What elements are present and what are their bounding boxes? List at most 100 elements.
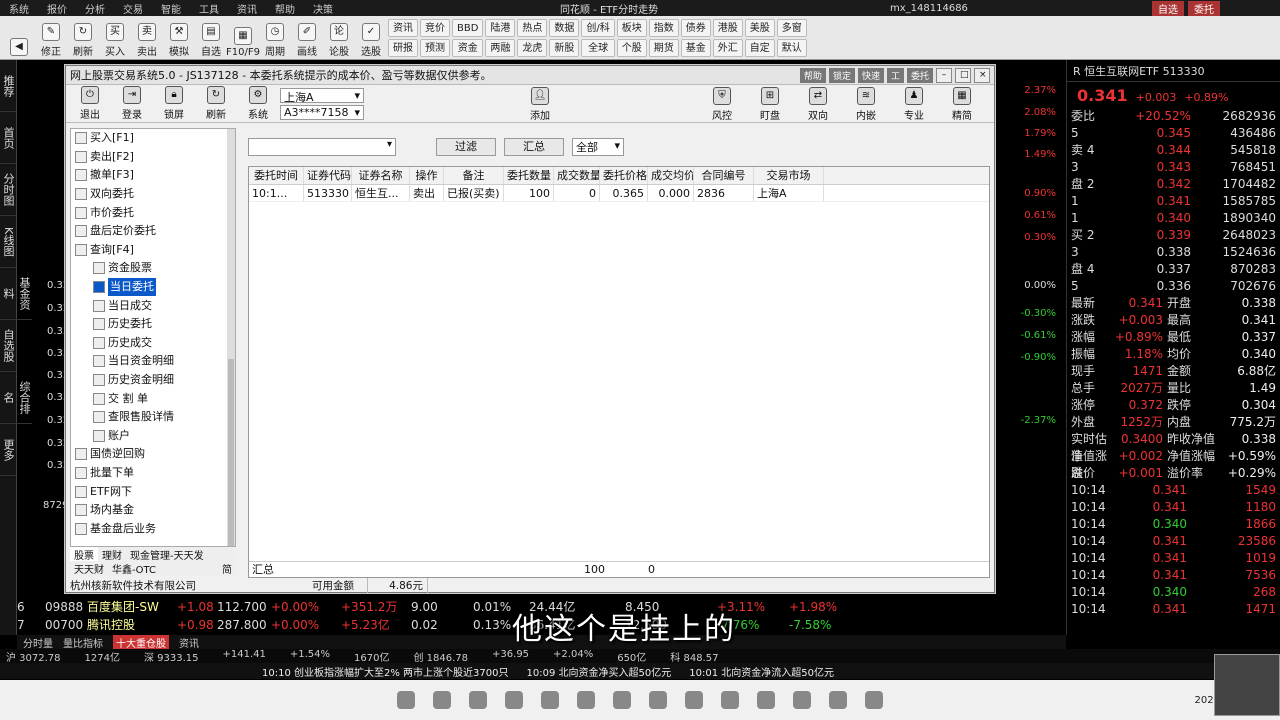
tb-margin[interactable]: 两融 (485, 38, 516, 57)
column-header[interactable]: 委托时间 (249, 167, 304, 184)
scroll-thumb[interactable] (228, 359, 234, 559)
app-icon[interactable] (793, 691, 811, 709)
tree-item[interactable]: 批量下单 (71, 464, 235, 483)
tb-dragon[interactable]: 龙虎 (517, 38, 548, 57)
tab-top-holdings[interactable]: 十大重仓股 (113, 635, 169, 650)
app-icon[interactable] (613, 691, 631, 709)
column-header[interactable]: 委托数量 (504, 167, 554, 184)
tb-multiwindow[interactable]: 多窗 (776, 18, 807, 37)
menu-analysis[interactable]: 分析 (76, 1, 114, 16)
simple-button[interactable]: ▦ 精简 (944, 87, 980, 122)
tab-news[interactable]: 资讯 (179, 635, 199, 650)
column-header[interactable]: 操作 (410, 167, 444, 184)
tb-news[interactable]: 资讯 (388, 18, 418, 37)
tab-ttc[interactable]: 天天财 (70, 561, 108, 576)
column-header[interactable]: 成交均价 (648, 167, 694, 184)
watchlist-badge[interactable]: 自选 (1152, 0, 1184, 16)
tree-item[interactable]: 双向委托 (71, 185, 235, 204)
tb-index[interactable]: 指数 (648, 18, 679, 37)
draw-line-button[interactable]: ✐ 画线 (292, 18, 322, 58)
app-icon[interactable] (469, 691, 487, 709)
table-row[interactable]: 10:1... 513330 恒生互... 卖出 已报(买卖) 100 0 0.365 0.00… (249, 185, 989, 202)
system-button[interactable]: ⚙ 系统 (240, 86, 276, 121)
news-item[interactable]: 10:10 创业板指涨幅扩大至2% 两市上涨个股近3700只 (262, 664, 509, 679)
menu-help[interactable]: 帮助 (266, 1, 304, 16)
menu-news[interactable]: 资讯 (228, 1, 266, 16)
tree-scrollbar[interactable] (227, 129, 235, 573)
summary-button[interactable]: 汇总 (504, 138, 564, 156)
menu-smart[interactable]: 智能 (152, 1, 190, 16)
tree-item[interactable]: 交 割 单 (71, 389, 235, 408)
f10-button[interactable]: ▦ F10/F9 (226, 18, 260, 58)
app-icon[interactable] (577, 691, 595, 709)
close-icon[interactable]: × (974, 67, 990, 83)
tb-auction[interactable]: 竞价 (420, 18, 450, 37)
tb-stock[interactable]: 个股 (616, 38, 647, 57)
tab-home[interactable]: 首页 (0, 112, 16, 164)
tab-otc[interactable]: 华鑫-OTC (108, 561, 160, 576)
app-icon[interactable] (865, 691, 883, 709)
column-header[interactable]: 交易市场 (754, 167, 824, 184)
sell-button[interactable]: 卖卖出 (132, 18, 162, 58)
market-select[interactable]: 上海A ▾ (280, 88, 364, 104)
tb-hk[interactable]: 港股 (712, 18, 743, 37)
tb-chinext[interactable]: 创/科 (581, 18, 615, 37)
tab-volume-ratio[interactable]: 量比指标 (63, 635, 103, 650)
tb-global[interactable]: 全球 (581, 38, 615, 57)
add-account-button[interactable]: 👤︎ 添加 (522, 87, 558, 122)
maximize-icon[interactable]: □ (955, 67, 971, 83)
tab-kline[interactable]: K线图 (0, 216, 16, 268)
watch-button[interactable]: ⊞ 盯盘 (752, 87, 788, 122)
tree-item[interactable]: 基金盘后业务 (71, 519, 235, 538)
dual-button[interactable]: ⇄ 双向 (800, 87, 836, 122)
app-icon[interactable] (829, 691, 847, 709)
tab-cash[interactable]: 现金管理-天天发 (126, 547, 208, 562)
tree-item[interactable]: 买入[F1] (71, 129, 235, 148)
tree-item[interactable]: 资金股票 (71, 259, 235, 278)
tb-fund[interactable]: 基金 (680, 38, 711, 57)
column-header[interactable]: 成交数量 (554, 167, 600, 184)
app-icon[interactable] (541, 691, 559, 709)
watchlist-button[interactable]: ▤ 自选 (196, 18, 226, 58)
stock-pick-button[interactable]: ✓ 选股 (356, 18, 386, 58)
tree-item[interactable]: 当日成交 (71, 296, 235, 315)
tb-research[interactable]: 研报 (388, 38, 418, 57)
app-icon[interactable] (433, 691, 451, 709)
order-button[interactable]: 委托 (906, 67, 933, 83)
help-button[interactable]: 帮助 (799, 67, 826, 83)
tab-recommend[interactable]: 推荐 (0, 60, 16, 112)
tb-funds[interactable]: 资金 (452, 38, 484, 57)
tree-item[interactable]: 市价委托 (71, 203, 235, 222)
tree-item[interactable]: 查限售股详情 (71, 408, 235, 427)
app-icon[interactable] (721, 691, 739, 709)
tree-item[interactable]: 历史资金明细 (71, 371, 235, 390)
period-button[interactable]: ◷ 周期 (260, 18, 290, 58)
tab-wealth[interactable]: 理财 (98, 547, 126, 562)
tb-custom[interactable]: 自定 (744, 38, 775, 57)
tb-bonds[interactable]: 债券 (680, 18, 711, 37)
minimize-icon[interactable]: – (936, 67, 952, 83)
pro-button[interactable]: ♟ 专业 (896, 87, 932, 122)
embed-button[interactable]: ≋ 内嵌 (848, 87, 884, 122)
refresh-button[interactable]: ↻ 刷新 (68, 18, 98, 58)
revise-button[interactable]: ✎ 修正 (36, 18, 66, 58)
tb-us[interactable]: 美股 (744, 18, 775, 37)
tool-button[interactable]: 工 (886, 67, 904, 83)
column-header[interactable]: 备注 (444, 167, 504, 184)
refresh-trade-button[interactable]: ↻ 刷新 (198, 86, 234, 121)
account-name[interactable]: mx_148114686 (890, 3, 968, 14)
lock-button[interactable]: 锁定 (828, 67, 855, 83)
tb-forex[interactable]: 外汇 (712, 38, 743, 57)
tree-item[interactable]: 账户 (71, 427, 235, 446)
tree-item[interactable]: 查询[F4] (71, 241, 235, 260)
tab-stocks[interactable]: 股票 (70, 547, 98, 562)
back-button[interactable]: ◀ (4, 18, 34, 58)
menu-decision[interactable]: 决策 (304, 1, 342, 16)
app-icon[interactable] (649, 691, 667, 709)
tb-ipo[interactable]: 新股 (549, 38, 580, 57)
news-item[interactable]: 10:01 北向资金净流入超50亿元 (689, 664, 834, 679)
filter-button[interactable]: 过滤 (436, 138, 496, 156)
tab-volume[interactable]: 分时量 (23, 635, 53, 650)
tree-item[interactable]: 撤单[F3] (71, 166, 235, 185)
tb-sector[interactable]: 板块 (616, 18, 647, 37)
